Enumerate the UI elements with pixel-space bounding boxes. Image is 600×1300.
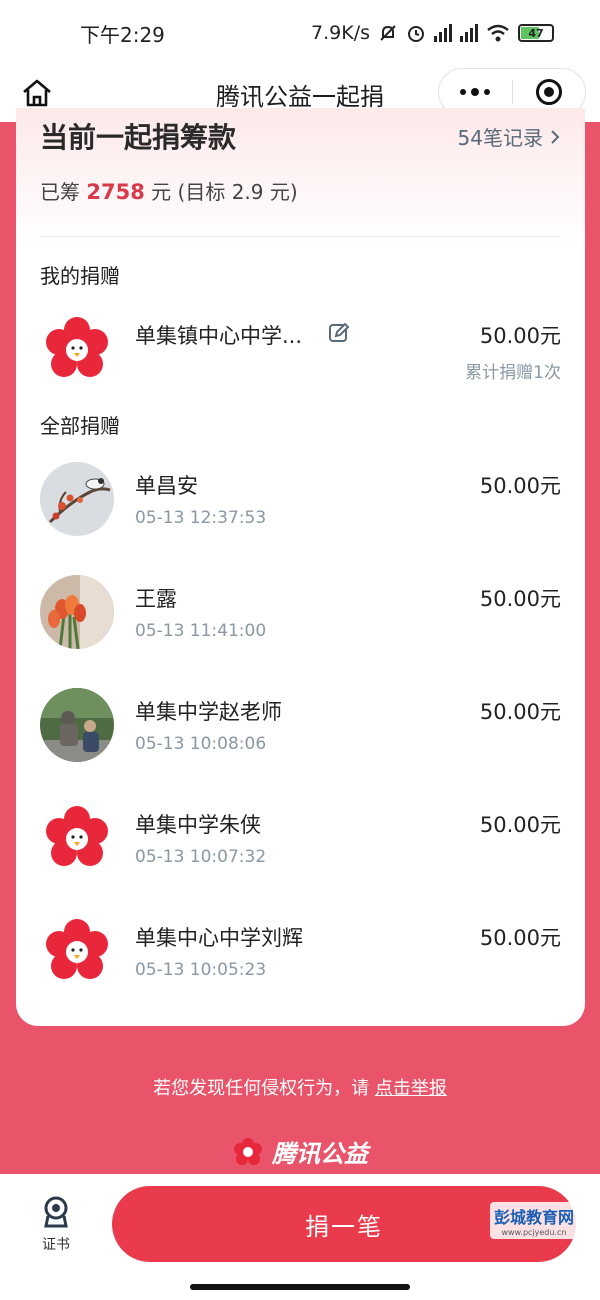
donation-amount: 50.00元 (479, 926, 561, 950)
raised-suffix: 元 (目标 2.9 元) (151, 180, 298, 204)
records-link[interactable]: 54笔记录 (458, 122, 561, 151)
donation-amount: 50.00元 (479, 700, 561, 724)
avatar (40, 801, 114, 875)
raised-summary: 已筹 2758 元 (目标 2.9 元) (40, 176, 298, 205)
edit-icon[interactable] (328, 322, 350, 344)
donation-time: 05-13 10:08:06 (135, 734, 267, 754)
status-bar: 下午2:29 7.9K/s 47 (0, 0, 600, 66)
avatar (40, 312, 114, 386)
red-flower-logo-icon (40, 312, 114, 386)
alarm-icon (408, 26, 424, 42)
my-donation-amount: 50.00元 (479, 324, 561, 348)
donation-time: 05-13 12:37:53 (135, 508, 267, 528)
certificate-label: 证书 (42, 1237, 70, 1253)
avatar (40, 575, 114, 649)
avatar (40, 688, 114, 762)
donation-amount: 50.00元 (479, 813, 561, 837)
donation-card: 当前一起捐筹款 54笔记录 已筹 2758 元 (目标 2.9 元) 我的捐赠 … (16, 108, 585, 1026)
card-heading: 当前一起捐筹款 (40, 121, 237, 154)
my-donation-count: 累计捐赠1次 (465, 363, 561, 383)
net-speed: 7.9K/s (311, 22, 370, 44)
all-donations-label: 全部捐赠 (40, 414, 120, 438)
red-flower-logo-icon (40, 914, 114, 988)
report-notice: 若您发现任何侵权行为，请 点击举报 (0, 1074, 600, 1100)
certificate-button[interactable]: 证书 (34, 1196, 78, 1254)
donor-name: 单集中学赵老师 (135, 700, 282, 724)
my-donation-label: 我的捐赠 (40, 264, 120, 288)
tulip-photo-icon (40, 575, 114, 649)
watermark-url: www.pcjyedu.cn (501, 1228, 567, 1237)
brand-name: 腾讯公益 (272, 1140, 368, 1168)
battery-icon: 47 (518, 24, 554, 42)
more-dots-icon (460, 88, 491, 96)
target-icon (535, 79, 562, 105)
report-text: 若您发现任何侵权行为，请 (153, 1078, 370, 1099)
donor-name: 单集中心中学刘辉 (135, 926, 303, 950)
my-donation-row: 单集镇中心中学... 50.00元 累计捐赠1次 (40, 312, 561, 392)
avatar (40, 914, 114, 988)
report-link[interactable]: 点击举报 (375, 1078, 447, 1099)
certificate-icon (44, 1196, 68, 1228)
donation-time: 05-13 10:05:23 (135, 960, 267, 980)
brand-footer: 腾讯公益 (0, 1134, 600, 1169)
donor-row: 王露 05-13 11:41:00 50.00元 (40, 575, 561, 655)
my-donor-name: 单集镇中心中学... (135, 324, 303, 348)
signal-icon-2 (460, 24, 478, 42)
chevron-right-icon (551, 129, 560, 144)
donor-row: 单集中学赵老师 05-13 10:08:06 50.00元 (40, 688, 561, 768)
bird-branch-photo-icon (40, 462, 114, 536)
donation-time: 05-13 11:41:00 (135, 621, 267, 641)
donor-name: 单昌安 (135, 474, 198, 498)
records-link-label: 54笔记录 (457, 126, 543, 150)
donation-amount: 50.00元 (479, 474, 561, 498)
page-title: 腾讯公益一起捐 (216, 82, 384, 111)
status-time: 下午2:29 (80, 22, 165, 47)
status-indicators: 7.9K/s 47 (311, 22, 554, 44)
raised-prefix: 已筹 (40, 180, 80, 204)
avatar (40, 462, 114, 536)
tencent-charity-flower-icon (234, 1137, 262, 1165)
divider (40, 236, 561, 237)
donor-name: 单集中学朱侠 (135, 813, 261, 837)
battery-level: 47 (528, 26, 544, 40)
donation-amount: 50.00元 (479, 587, 561, 611)
donor-name: 王露 (135, 587, 177, 611)
people-statue-photo-icon (40, 688, 114, 762)
red-flower-logo-icon (40, 801, 114, 875)
raised-amount: 2758 (86, 180, 145, 204)
donor-row: 单昌安 05-13 12:37:53 50.00元 (40, 462, 561, 542)
donor-row: 单集中心中学刘辉 05-13 10:05:23 50.00元 (40, 914, 561, 994)
mute-bell-icon (380, 25, 396, 41)
home-indicator (190, 1284, 410, 1290)
wifi-icon (487, 24, 509, 42)
donor-row: 单集中学朱侠 05-13 10:07:32 50.00元 (40, 801, 561, 881)
signal-icon (434, 24, 452, 42)
home-icon[interactable] (20, 76, 54, 110)
site-watermark: 彭城教育网 www.pcjyedu.cn (489, 1202, 578, 1239)
bottom-action-bar: 证书 捐一笔 彭城教育网 www.pcjyedu.cn (0, 1174, 600, 1300)
watermark-text: 彭城教育网 (493, 1208, 574, 1227)
donation-time: 05-13 10:07:32 (135, 847, 267, 867)
